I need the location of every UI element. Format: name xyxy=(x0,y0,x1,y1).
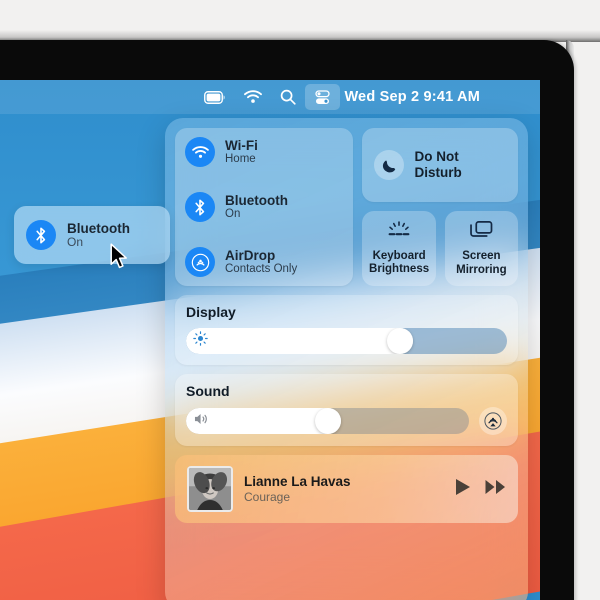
album-artwork xyxy=(187,466,233,512)
laptop-screen: Wed Sep 2 9:41 AM Wi-Fi Home Bluetooth O… xyxy=(0,80,540,600)
toggle-wifi-text: Wi-Fi Home xyxy=(225,138,258,166)
sound-volume-slider[interactable] xyxy=(186,408,469,434)
display-slider-row xyxy=(186,328,507,354)
toggle-airdrop-title: AirDrop xyxy=(225,248,276,263)
control-center-right-column: Do Not Disturb Keyboard Brightness Scree… xyxy=(362,128,519,286)
airplay-icon[interactable] xyxy=(479,407,507,435)
display-card: Display xyxy=(175,295,518,365)
toggle-wifi-title: Wi-Fi xyxy=(225,138,258,153)
dnd-label-line2: Disturb xyxy=(414,165,462,180)
keyboard-brightness-line1: Keyboard xyxy=(372,249,426,262)
screenshot-stage: Wed Sep 2 9:41 AM Wi-Fi Home Bluetooth O… xyxy=(0,0,600,600)
screen-mirroring-icon xyxy=(469,220,494,245)
sound-title: Sound xyxy=(186,383,230,399)
toggle-bluetooth[interactable]: Bluetooth On xyxy=(185,192,343,222)
mouse-pointer xyxy=(110,243,129,275)
sound-slider-row xyxy=(186,407,507,435)
screen-mirroring-tile[interactable]: Screen Mirroring xyxy=(444,211,519,286)
toggle-wifi[interactable]: Wi-Fi Home xyxy=(185,137,343,167)
display-brightness-slider[interactable] xyxy=(186,328,507,354)
keyboard-brightness-icon xyxy=(385,221,413,245)
speaker-icon xyxy=(193,412,210,431)
now-playing-track: Courage xyxy=(244,489,291,504)
toggle-wifi-subtitle: Home xyxy=(225,153,256,166)
screen-mirroring-label: Screen Mirroring xyxy=(456,250,506,276)
keyboard-brightness-label: Keyboard Brightness xyxy=(369,250,429,276)
wifi-icon xyxy=(185,137,215,167)
menu-bar: Wed Sep 2 9:41 AM xyxy=(0,80,540,114)
control-center-top-row: Wi-Fi Home Bluetooth On AirDrop Contacts… xyxy=(175,128,519,286)
do-not-disturb-tile[interactable]: Do Not Disturb xyxy=(362,128,518,202)
display-slider-fill xyxy=(186,328,413,354)
sound-slider-knob[interactable] xyxy=(314,408,341,434)
now-playing-artist: Lianne La Havas xyxy=(244,473,351,489)
toggle-bluetooth-title: Bluetooth xyxy=(225,193,288,208)
display-title: Display xyxy=(186,304,236,320)
dnd-label-line1: Do Not xyxy=(414,149,459,165)
brightness-icon xyxy=(193,331,208,351)
control-center-panel: Wi-Fi Home Bluetooth On AirDrop Contacts… xyxy=(165,118,528,600)
toggle-airdrop-subtitle: Contacts Only xyxy=(225,263,298,276)
now-playing-card: Lianne La Havas Courage xyxy=(175,455,518,523)
airdrop-icon xyxy=(185,247,215,277)
toggle-bluetooth-subtitle: On xyxy=(225,208,241,221)
battery-icon[interactable] xyxy=(195,84,235,110)
do-not-disturb-label: Do Not Disturb xyxy=(414,149,461,180)
mini-tiles-row: Keyboard Brightness Screen Mirroring xyxy=(362,211,519,286)
toggle-airdrop-text: AirDrop Contacts Only xyxy=(225,248,297,276)
play-icon[interactable] xyxy=(455,478,471,501)
bluetooth-icon xyxy=(185,192,215,222)
screen-mirroring-line1: Screen xyxy=(462,250,501,263)
wifi-icon[interactable] xyxy=(235,84,271,110)
moon-icon xyxy=(374,150,405,180)
bluetooth-hover-popup[interactable]: Bluetooth On xyxy=(14,206,170,264)
bluetooth-popup-title: Bluetooth xyxy=(67,220,130,236)
keyboard-brightness-line2: Brightness xyxy=(369,263,430,275)
menu-bar-clock[interactable]: Wed Sep 2 9:41 AM xyxy=(340,89,480,105)
toggle-bluetooth-text: Bluetooth On xyxy=(225,193,288,221)
screen-mirroring-line2: Mirroring xyxy=(456,263,507,276)
toggle-airdrop[interactable]: AirDrop Contacts Only xyxy=(185,247,343,277)
control-center-icon[interactable] xyxy=(305,84,341,110)
keyboard-brightness-tile[interactable]: Keyboard Brightness xyxy=(362,211,436,286)
now-playing-text: Lianne La Havas Courage xyxy=(244,474,444,505)
connectivity-toggles-group: Wi-Fi Home Bluetooth On AirDrop Contacts… xyxy=(175,128,354,286)
now-playing-controls xyxy=(455,478,506,501)
display-slider-knob[interactable] xyxy=(386,328,413,354)
fast-forward-icon[interactable] xyxy=(485,479,506,500)
sound-card: Sound xyxy=(175,374,518,446)
search-icon[interactable] xyxy=(271,84,305,110)
bluetooth-icon xyxy=(26,220,56,250)
